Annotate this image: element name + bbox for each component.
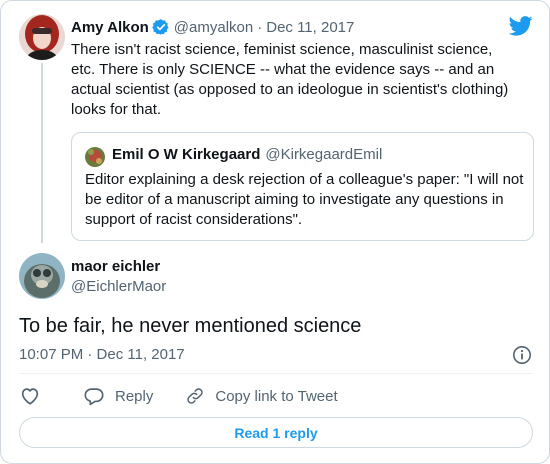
info-icon[interactable] <box>512 345 532 370</box>
main-author-name[interactable]: maor eichler <box>71 258 160 275</box>
verified-badge-icon <box>152 18 170 36</box>
copy-link-label: Copy link to Tweet <box>215 387 338 405</box>
divider <box>19 373 533 374</box>
link-icon <box>185 386 205 406</box>
quoted-author-handle: @KirkegaardEmil <box>265 146 383 163</box>
parent-author-handle[interactable]: @amyalkon <box>174 19 253 36</box>
heart-icon <box>19 385 41 407</box>
quoted-tweet[interactable]: Emil O W Kirkegaard @KirkegaardEmil Edit… <box>71 132 534 241</box>
thread-connector-line <box>41 63 43 243</box>
like-button[interactable] <box>19 385 41 407</box>
quoted-author-name: Emil O W Kirkegaard <box>112 146 261 163</box>
tweet-embed-card: Amy Alkon @amyalkon · Dec 11, 2017 There… <box>0 0 550 464</box>
quoted-tweet-header: Emil O W Kirkegaard @KirkegaardEmil <box>112 146 382 163</box>
parent-tweet-text: There isn't racist science, feminist sci… <box>71 41 509 118</box>
quoted-author-avatar <box>85 147 105 167</box>
speech-bubble-icon <box>83 385 105 407</box>
main-tweet-timestamp[interactable]: 10:07 PM · Dec 11, 2017 <box>19 346 185 363</box>
reply-button[interactable]: Reply <box>73 385 153 407</box>
parent-tweet-header: Amy Alkon @amyalkon · Dec 11, 2017 <box>71 17 354 37</box>
quoted-tweet-text: Editor explaining a desk rejection of a … <box>85 171 524 228</box>
reply-label: Reply <box>115 387 154 405</box>
twitter-bird-icon[interactable] <box>508 15 533 42</box>
copy-link-button[interactable]: Copy link to Tweet <box>175 386 338 406</box>
action-bar: Reply Copy link to Tweet <box>19 385 338 407</box>
read-replies-button[interactable]: Read 1 reply <box>19 417 533 448</box>
parent-author-avatar[interactable] <box>19 14 65 60</box>
main-tweet-text: To be fair, he never mentioned science <box>19 315 362 337</box>
main-author-handle[interactable]: @EichlerMaor <box>71 278 166 295</box>
parent-tweet-date[interactable]: Dec 11, 2017 <box>266 19 354 36</box>
main-author-avatar[interactable] <box>19 253 65 299</box>
separator-dot: · <box>257 18 263 36</box>
parent-author-name[interactable]: Amy Alkon <box>71 19 149 36</box>
